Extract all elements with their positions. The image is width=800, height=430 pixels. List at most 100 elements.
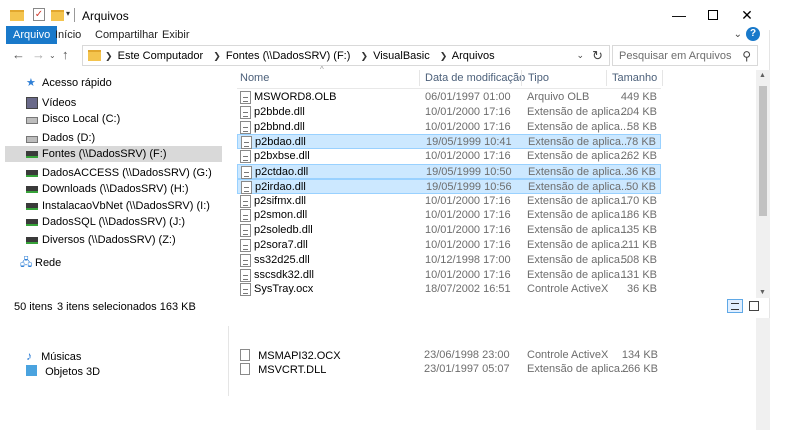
- file-type: Extensão de aplica...: [527, 106, 630, 118]
- properties-icon[interactable]: ✓: [33, 8, 45, 21]
- chevron-right-icon[interactable]: ❯: [213, 51, 221, 61]
- tab-compartilhar[interactable]: Compartilhar: [88, 26, 165, 44]
- folder-icon: [88, 50, 101, 61]
- partial-row: [237, 86, 661, 89]
- file-date: 10/01/2000 17:16: [425, 150, 511, 162]
- bg-nav-item-objetos-3d[interactable]: Objetos 3D: [26, 365, 100, 378]
- nav-item-videos[interactable]: Vídeos: [0, 95, 222, 111]
- file-row[interactable]: p2bbde.dll 10/01/2000 17:16 Extensão de ap…: [237, 105, 661, 120]
- file-row[interactable]: p2sora7.dll 10/01/2000 17:16 Extensão de a…: [237, 238, 661, 253]
- nav-item-disco-local[interactable]: Disco Local (C:): [0, 111, 222, 127]
- star-icon: ★: [26, 78, 36, 89]
- background-window: ♪ Músicas Objetos 3D MSMAPI32.OCX 23/06/…: [0, 318, 800, 430]
- tab-inicio[interactable]: Início: [48, 26, 88, 44]
- breadcrumb-item[interactable]: Arquivos: [452, 50, 495, 62]
- file-name: p2soledb.dll: [254, 224, 313, 236]
- new-folder-icon[interactable]: [51, 10, 64, 21]
- forward-button[interactable]: →: [32, 47, 45, 63]
- search-input[interactable]: Pesquisar em Arquivos ⚲: [612, 45, 758, 66]
- file-name: p2ctdao.dll: [255, 166, 309, 178]
- divider[interactable]: [662, 70, 663, 86]
- divider[interactable]: [606, 70, 607, 86]
- up-button[interactable]: ↑: [62, 47, 69, 63]
- nav-item-rede[interactable]: 🖧 Rede: [0, 255, 222, 271]
- divider: [228, 326, 229, 396]
- nav-item-fontes[interactable]: Fontes (\\DadosSRV) (F:): [5, 146, 222, 162]
- column-header-type[interactable]: Tipo: [528, 70, 549, 86]
- file-row[interactable]: p2bxbse.dll 10/01/2000 17:16 Extensão de a…: [237, 149, 661, 164]
- large-icons-view-icon: [749, 301, 759, 311]
- folder-icon: [10, 10, 24, 21]
- recent-locations-button[interactable]: ⌄: [49, 51, 56, 67]
- breadcrumb-item[interactable]: Este Computador: [118, 50, 204, 62]
- details-view-button[interactable]: [727, 299, 743, 313]
- file-row[interactable]: p2soledb.dll 10/01/2000 17:16 Extensão de …: [237, 223, 661, 238]
- bg-nav-item-musicas[interactable]: ♪ Músicas: [26, 349, 81, 363]
- file-date: 19/05/1999 10:41: [426, 136, 512, 148]
- file-type: Extensão de aplica...: [527, 254, 630, 266]
- search-placeholder: Pesquisar em Arquivos: [619, 50, 732, 62]
- network-drive-icon: [26, 203, 38, 210]
- file-size: 36 KB: [626, 166, 656, 178]
- file-name: p2bxbse.dll: [254, 150, 310, 162]
- scroll-down-icon[interactable]: ▼: [759, 289, 766, 296]
- tab-exibir[interactable]: Exibir: [155, 26, 197, 44]
- nav-item-dados[interactable]: Dados (D:): [0, 130, 222, 146]
- column-header-date[interactable]: Data de modificação: [425, 70, 525, 86]
- scroll-thumb[interactable]: [759, 86, 767, 216]
- file-row[interactable]: p2irdao.dll 19/05/1999 10:56 Extensão de a…: [237, 179, 661, 194]
- bg-file-row[interactable]: MSVCRT.DLL: [240, 363, 326, 376]
- scroll-up-icon[interactable]: ▲: [759, 72, 766, 79]
- nav-item-dadosaccess[interactable]: DadosACCESS (\\DadosSRV) (G:): [0, 165, 222, 181]
- file-name: MSWORD8.OLB: [254, 91, 337, 103]
- file-row[interactable]: p2bdao.dll 19/05/1999 10:41 Extensão de ap…: [237, 134, 661, 149]
- file-row[interactable]: sscsdk32.dll 10/01/2000 17:16 Extensão de …: [237, 268, 661, 283]
- file-name: SysTray.ocx: [254, 283, 314, 295]
- column-header-size[interactable]: Tamanho: [612, 70, 657, 86]
- address-bar[interactable]: ❯ Este Computador ❯ Fontes (\\DadosSRV) …: [82, 45, 610, 66]
- breadcrumb-item[interactable]: Fontes (\\DadosSRV) (F:): [226, 50, 351, 62]
- chevron-right-icon[interactable]: ❯: [440, 51, 448, 61]
- column-header-name[interactable]: Nome: [240, 70, 269, 86]
- nav-item-acesso-rapido[interactable]: ★ Acesso rápido: [0, 78, 222, 90]
- network-drive-icon: [26, 151, 38, 158]
- file-row[interactable]: p2ctdao.dll 19/05/1999 10:50 Extensão de a…: [237, 164, 661, 179]
- scrollbar[interactable]: [756, 318, 770, 430]
- expand-ribbon-icon[interactable]: ⌄: [734, 29, 742, 40]
- file-date: 19/05/1999 10:50: [426, 166, 512, 178]
- large-icons-view-button[interactable]: [746, 299, 762, 313]
- file-type: Extensão de aplica...: [527, 150, 630, 162]
- breadcrumb-item[interactable]: VisualBasic: [373, 50, 430, 62]
- file-row[interactable]: SysTray.ocx 18/07/2002 16:51 Controle Acti…: [237, 282, 661, 297]
- file-name: p2bbde.dll: [254, 106, 305, 118]
- file-row[interactable]: p2sifmx.dll 10/01/2000 17:16 Extensão de a…: [237, 194, 661, 209]
- file-date: 19/05/1999 10:56: [426, 181, 512, 193]
- nav-item-dadossql[interactable]: DadosSQL (\\DadosSRV) (J:): [0, 214, 222, 230]
- scrollbar[interactable]: ▲ ▼: [756, 70, 770, 298]
- file-icon: [241, 136, 252, 149]
- bg-file-row[interactable]: MSMAPI32.OCX: [240, 349, 341, 362]
- file-row[interactable]: MSWORD8.OLB 06/01/1997 01:00 Arquivo OLB 44…: [237, 90, 661, 105]
- file-icon: [240, 283, 251, 296]
- divider[interactable]: [521, 70, 522, 86]
- file-row[interactable]: ss32d25.dll 10/12/1998 17:00 Extensão de a…: [237, 253, 661, 268]
- nav-item-diversos[interactable]: Diversos (\\DadosSRV) (Z:): [0, 232, 222, 248]
- file-row[interactable]: p2smon.dll 10/01/2000 17:16 Extensão de ap…: [237, 208, 661, 223]
- back-button[interactable]: ←: [12, 47, 25, 63]
- nav-item-downloads[interactable]: Downloads (\\DadosSRV) (H:): [0, 181, 222, 197]
- refresh-icon[interactable]: ↻: [592, 48, 603, 64]
- network-drive-icon: [26, 237, 38, 244]
- network-drive-icon: [26, 170, 38, 177]
- customize-toolbar-icon[interactable]: ▾: [66, 9, 70, 23]
- file-row[interactable]: p2bbnd.dll 10/01/2000 17:16 Extensão de ap…: [237, 120, 661, 135]
- chevron-down-icon[interactable]: ⌄: [576, 50, 584, 61]
- divider[interactable]: [419, 70, 420, 86]
- file-icon: [240, 121, 251, 134]
- help-icon[interactable]: ?: [746, 27, 760, 41]
- file-name: p2sifmx.dll: [254, 195, 306, 207]
- file-type: Extensão de aplica...: [527, 209, 630, 221]
- details-view-icon: [731, 303, 739, 310]
- file-date: 10/12/1998 17:00: [425, 254, 511, 266]
- nav-item-instalacaovbnet[interactable]: InstalacaoVbNet (\\DadosSRV) (I:): [0, 198, 222, 214]
- chevron-right-icon[interactable]: ❯: [360, 51, 368, 61]
